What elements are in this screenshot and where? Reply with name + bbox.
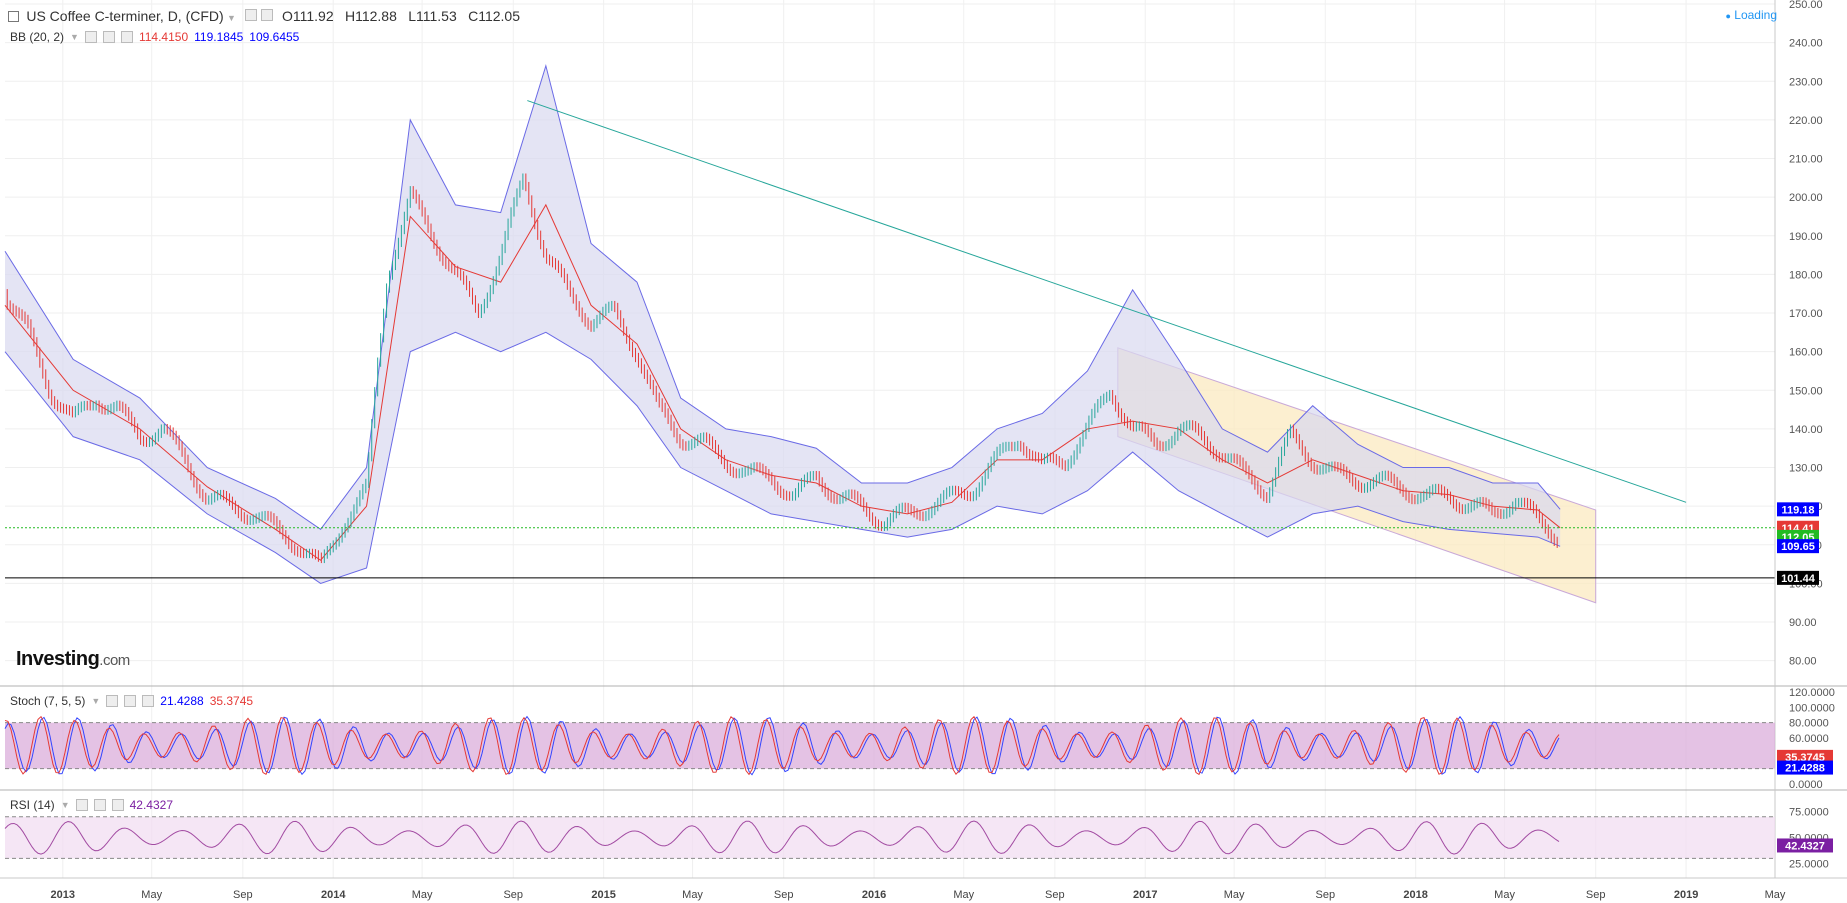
time-tick-label: May	[412, 889, 433, 901]
time-tick-label: 2019	[1674, 889, 1698, 901]
settings-icon[interactable]	[124, 695, 137, 707]
price-tick-label: 220.00	[1789, 115, 1823, 127]
price-tick-label: 200.00	[1789, 192, 1823, 204]
stoch-legend[interactable]: Stoch (7, 5, 5) ▼ 21.4288 35.3745	[10, 694, 253, 708]
bb-legend[interactable]: BB (20, 2) ▼ 114.4150 119.1845 109.6455	[10, 30, 299, 44]
chevron-down-icon[interactable]: ▼	[70, 32, 79, 42]
time-tick-label: 2017	[1133, 889, 1157, 901]
time-tick-label: Sep	[1045, 889, 1065, 901]
time-tick-label: Sep	[233, 889, 253, 901]
eye-icon[interactable]	[106, 695, 119, 707]
price-tick-label: 190.00	[1789, 231, 1823, 243]
stoch-k-value: 21.4288	[160, 694, 204, 708]
time-tick-label: 2014	[321, 889, 346, 901]
price-tick-label: 230.00	[1789, 76, 1823, 88]
eye-icon[interactable]	[84, 31, 97, 43]
time-tick-label: May	[953, 889, 974, 901]
price-tick-label: 250.00	[1789, 0, 1823, 11]
time-tick-label: May	[1765, 889, 1786, 901]
price-tick-label: 80.00	[1789, 656, 1817, 668]
settings-icon[interactable]	[260, 9, 273, 21]
stoch-tick-label: 0.0000	[1789, 779, 1823, 791]
rsi-value: 42.4327	[129, 798, 173, 812]
stoch-tick-label: 120.0000	[1789, 687, 1835, 699]
chart-header: US Coffee C-terminer, D, (CFD) ▼ O111.92…	[8, 8, 520, 24]
stoch-label: Stoch (7, 5, 5)	[10, 694, 86, 708]
rsi-label: RSI (14)	[10, 798, 55, 812]
chevron-down-icon[interactable]: ▼	[91, 696, 100, 706]
time-tick-label: 2013	[51, 889, 75, 901]
time-tick-label: 2015	[591, 889, 615, 901]
settings-icon[interactable]	[102, 31, 115, 43]
open-value: O111.92	[281, 8, 334, 24]
stoch-d-value: 35.3745	[209, 694, 254, 708]
price-tick-label: 240.00	[1789, 38, 1823, 50]
time-tick-label: May	[682, 889, 703, 901]
bb-lower-value: 109.6455	[249, 30, 300, 44]
stoch-tick-label: 80.0000	[1789, 718, 1829, 730]
collapse-icon[interactable]	[8, 11, 19, 22]
price-tick-label: 140.00	[1789, 424, 1823, 436]
chevron-down-icon[interactable]: ▼	[61, 800, 70, 810]
eye-icon[interactable]	[245, 9, 258, 21]
time-tick-label: May	[1224, 889, 1245, 901]
bb-middle-value: 114.4150	[138, 30, 189, 44]
bb-upper-value: 119.1845	[194, 30, 244, 44]
time-tick-label: Sep	[774, 889, 794, 901]
price-tick-label: 180.00	[1789, 269, 1823, 281]
bb-label: BB (20, 2)	[10, 30, 65, 44]
investing-logo: Investing.com	[16, 648, 130, 670]
stoch-label: 21.4288	[1785, 763, 1825, 775]
price-tick-label: 130.00	[1789, 463, 1823, 475]
eye-icon[interactable]	[75, 799, 88, 811]
time-tick-label: Sep	[1586, 889, 1606, 901]
time-tick-label: 2018	[1403, 889, 1427, 901]
low-value: L111.53	[408, 8, 457, 24]
time-tick-label: May	[141, 889, 162, 901]
price-tick-label: 90.00	[1789, 617, 1817, 629]
close-icon[interactable]	[142, 695, 155, 707]
high-value: H112.88	[344, 8, 397, 24]
stoch-tick-label: 60.0000	[1789, 733, 1829, 745]
chevron-down-icon[interactable]: ▼	[227, 13, 236, 23]
loading-status: ● Loading	[1725, 8, 1778, 22]
stoch-tick-label: 100.0000	[1789, 702, 1835, 714]
rsi-label: 42.4327	[1785, 840, 1825, 852]
price-label: 119.18	[1781, 504, 1814, 516]
close-icon[interactable]	[120, 31, 133, 43]
time-tick-label: May	[1494, 889, 1515, 901]
price-tick-label: 210.00	[1789, 154, 1823, 166]
time-tick-label: Sep	[1315, 889, 1335, 901]
chart-canvas[interactable]: 80.0090.00100.00110.00120.00130.00140.00…	[0, 0, 1847, 903]
close-icon[interactable]	[111, 799, 124, 811]
price-label: 109.65	[1781, 541, 1815, 553]
price-tick-label: 160.00	[1789, 347, 1823, 359]
time-tick-label: Sep	[503, 889, 523, 901]
rsi-tick-label: 75.0000	[1789, 807, 1829, 819]
price-tick-label: 150.00	[1789, 385, 1823, 397]
price-tick-label: 170.00	[1789, 308, 1823, 320]
price-label: 101.44	[1781, 573, 1816, 585]
rsi-tick-label: 25.0000	[1789, 859, 1829, 871]
chart-title: US Coffee C-terminer, D, (CFD)	[26, 8, 224, 24]
time-tick-label: 2016	[862, 889, 886, 901]
rsi-legend[interactable]: RSI (14) ▼ 42.4327	[10, 798, 173, 812]
settings-icon[interactable]	[93, 799, 106, 811]
close-value: C112.05	[468, 8, 520, 24]
